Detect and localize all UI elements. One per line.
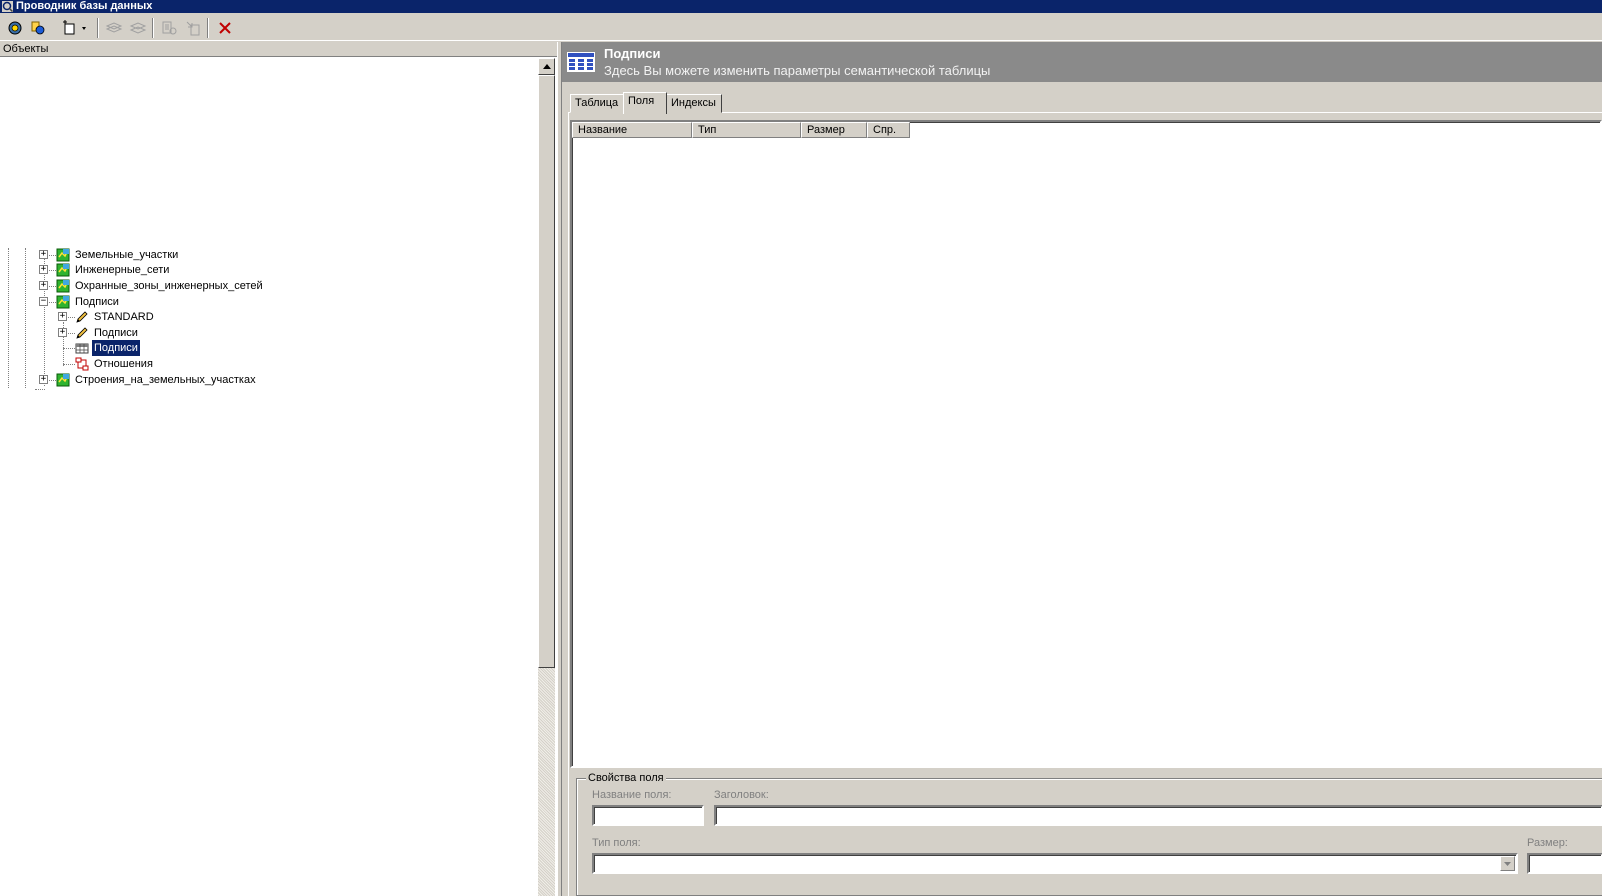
- field-type-label: Тип поля:: [592, 837, 641, 849]
- tab-indexes[interactable]: Индексы: [666, 94, 722, 113]
- database-icon: [31, 21, 45, 35]
- table-icon: [75, 343, 89, 354]
- tree-item-label: Земельные_участки: [75, 249, 179, 261]
- import-icon: [186, 21, 200, 36]
- field-size-input[interactable]: [1527, 853, 1602, 874]
- field-size-label: Размер:: [1527, 837, 1568, 849]
- delete-icon: [219, 22, 231, 34]
- paste-layers-icon: [129, 22, 147, 34]
- copy-layers-icon: [105, 22, 123, 33]
- tree-item-stroeniya[interactable]: + Строения_на_земельных_участках: [0, 372, 300, 388]
- toolbar-separator: [152, 18, 154, 38]
- tree-item-label: Инженерные_сети: [75, 264, 170, 276]
- field-properties-title: Свойства поля: [586, 772, 666, 784]
- objects-tree[interactable]: + Земельные_участки + Инженерные_сети + …: [0, 58, 538, 896]
- tree-item-okhrannye-zony[interactable]: + Охранные_зоны_инженерных_сетей: [0, 278, 300, 294]
- expand-icon[interactable]: +: [39, 281, 48, 290]
- layer-icon: [56, 279, 70, 293]
- collapse-icon[interactable]: −: [39, 297, 48, 306]
- field-name-input[interactable]: [592, 805, 704, 826]
- expand-icon[interactable]: +: [39, 265, 48, 274]
- chevron-down-icon: [1504, 861, 1511, 866]
- pencil-icon: [76, 311, 88, 323]
- new-object-dropdown-icon: [63, 20, 86, 35]
- properties-button[interactable]: [158, 17, 180, 39]
- tab-table[interactable]: Таблица: [570, 94, 624, 113]
- connect-icon: [8, 21, 22, 35]
- app-icon: [2, 1, 13, 12]
- tree-item-inzhenernye-seti[interactable]: + Инженерные_сети: [0, 262, 300, 278]
- tree-item-label: Строения_на_земельных_участках: [75, 374, 256, 386]
- database-button[interactable]: [27, 17, 49, 39]
- layer-icon: [56, 248, 70, 262]
- expand-icon[interactable]: +: [39, 375, 48, 384]
- expand-icon[interactable]: +: [58, 312, 67, 321]
- objects-panel-header: Объекты: [0, 42, 557, 57]
- fields-table[interactable]: Название Тип Размер Спр.: [570, 120, 1602, 768]
- copy-layers-button[interactable]: [103, 17, 125, 39]
- tree-item-label: Подписи: [94, 327, 138, 339]
- paste-layers-button[interactable]: [127, 17, 149, 39]
- tab-fields[interactable]: Поля: [623, 92, 667, 114]
- tree-item-podpisi-table[interactable]: Подписи: [0, 339, 300, 357]
- layer-icon: [56, 263, 70, 277]
- fields-table-header: Название Тип Размер Спр.: [572, 122, 910, 138]
- column-header-name[interactable]: Название: [572, 122, 692, 138]
- title-bar: Проводник базы данных: [0, 0, 1602, 13]
- expand-icon[interactable]: +: [39, 250, 48, 259]
- details-title: Подписи: [604, 46, 661, 61]
- window-title: Проводник базы данных: [16, 0, 153, 12]
- tree-item-label-selected: Подписи: [91, 339, 141, 357]
- database-explorer-window: Проводник базы данных Объекты + Земельны…: [0, 0, 1602, 896]
- scroll-up-button[interactable]: [538, 58, 555, 75]
- tree-item-zemelnye-uchastki[interactable]: + Земельные_участки: [0, 247, 300, 263]
- arrow-up-icon: [542, 64, 551, 69]
- expand-icon[interactable]: +: [58, 328, 67, 337]
- column-header-size[interactable]: Размер: [801, 122, 867, 138]
- tree-item-otnosheniya[interactable]: Отношения: [0, 356, 300, 372]
- tree-item-podpisi-group[interactable]: − Подписи: [0, 294, 300, 310]
- scroll-thumb[interactable]: [538, 75, 555, 668]
- details-panel: Подписи Здесь Вы можете изменить парамет…: [562, 42, 1602, 896]
- new-object-dropdown-button[interactable]: [58, 17, 90, 39]
- column-header-type[interactable]: Тип: [692, 122, 801, 138]
- field-properties-group: Свойства поля Название поля: Заголовок: …: [576, 772, 1602, 896]
- tree-item-podpisi-style[interactable]: + Подписи: [0, 325, 300, 341]
- relations-icon: [75, 357, 89, 371]
- objects-panel: Объекты + Земельные_участки + Инженерные…: [0, 42, 557, 896]
- field-type-combobox[interactable]: [592, 853, 1518, 874]
- pencil-icon: [76, 327, 88, 339]
- delete-button[interactable]: [214, 17, 236, 39]
- properties-icon: [162, 21, 177, 35]
- tree-line: [35, 389, 45, 390]
- toolbar-separator: [97, 18, 99, 38]
- field-caption-input[interactable]: [714, 805, 1602, 826]
- combo-dropdown-button[interactable]: [1500, 856, 1515, 871]
- semantic-table-icon: [567, 52, 595, 72]
- import-button[interactable]: [182, 17, 204, 39]
- tree-item-label: STANDARD: [94, 311, 154, 323]
- details-header: Подписи Здесь Вы можете изменить парамет…: [562, 42, 1602, 82]
- column-header-ref[interactable]: Спр.: [867, 122, 910, 138]
- tree-item-label: Подписи: [75, 296, 119, 308]
- tree-vertical-scrollbar[interactable]: [538, 58, 555, 896]
- tree-item-standard[interactable]: + STANDARD: [0, 309, 300, 325]
- toolbar-separator: [207, 18, 209, 38]
- field-caption-label: Заголовок:: [714, 789, 769, 801]
- connect-button[interactable]: [4, 17, 26, 39]
- layer-icon: [56, 373, 70, 387]
- layer-icon: [56, 295, 70, 309]
- tree-item-label: Охранные_зоны_инженерных_сетей: [75, 280, 263, 292]
- toolbar: [0, 14, 1602, 41]
- tree-item-label: Отношения: [94, 358, 153, 370]
- field-name-label: Название поля:: [592, 789, 672, 801]
- details-subtitle: Здесь Вы можете изменить параметры семан…: [604, 63, 991, 78]
